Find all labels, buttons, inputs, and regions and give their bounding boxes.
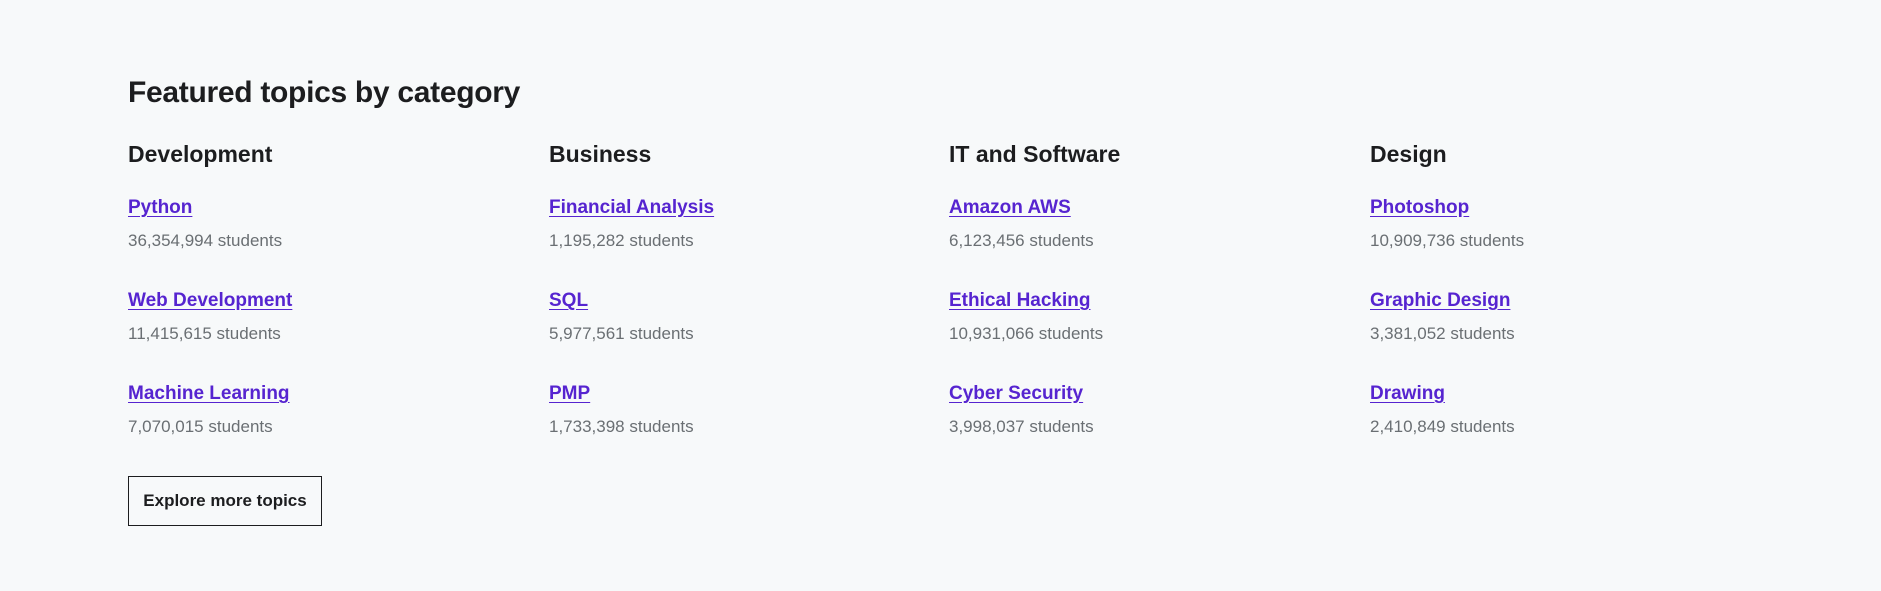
topic-list: Amazon AWS 6,123,456 students Ethical Ha… [949, 195, 1309, 474]
topic-item: Photoshop 10,909,736 students [1370, 195, 1730, 288]
category-heading: Development [128, 141, 273, 167]
topic-link-web-development[interactable]: Web Development [128, 288, 292, 314]
topic-link-sql[interactable]: SQL [549, 288, 588, 314]
topic-link-amazon-aws[interactable]: Amazon AWS [949, 195, 1071, 221]
category-heading: Design [1370, 141, 1447, 167]
topic-student-count: 1,733,398 students [549, 417, 694, 436]
topic-item: Graphic Design 3,381,052 students [1370, 288, 1730, 381]
topic-link-graphic-design[interactable]: Graphic Design [1370, 288, 1510, 314]
topic-student-count: 5,977,561 students [549, 324, 694, 343]
category-heading: IT and Software [949, 141, 1121, 167]
topic-link-photoshop[interactable]: Photoshop [1370, 195, 1469, 221]
category-it-and-software: IT and Software Amazon AWS 6,123,456 stu… [949, 138, 1309, 474]
topic-item: Financial Analysis 1,195,282 students [549, 195, 909, 288]
topic-link-drawing[interactable]: Drawing [1370, 381, 1445, 407]
category-heading: Business [549, 141, 652, 167]
topic-item: Drawing 2,410,849 students [1370, 381, 1730, 474]
topic-student-count: 10,931,066 students [949, 324, 1104, 343]
topic-student-count: 3,998,037 students [949, 417, 1094, 436]
category-development: Development Python 36,354,994 students W… [128, 138, 488, 474]
topic-item: Amazon AWS 6,123,456 students [949, 195, 1309, 288]
topic-student-count: 6,123,456 students [949, 231, 1094, 250]
topic-student-count: 3,381,052 students [1370, 324, 1515, 343]
topic-item: Python 36,354,994 students [128, 195, 488, 288]
topic-item: SQL 5,977,561 students [549, 288, 909, 381]
topic-item: Machine Learning 7,070,015 students [128, 381, 488, 474]
topic-list: Photoshop 10,909,736 students Graphic De… [1370, 195, 1730, 474]
topic-link-machine-learning[interactable]: Machine Learning [128, 381, 290, 407]
topic-student-count: 36,354,994 students [128, 231, 283, 250]
topic-list: Financial Analysis 1,195,282 students SQ… [549, 195, 909, 474]
section-title: Featured topics by category [128, 76, 521, 109]
topic-student-count: 1,195,282 students [549, 231, 694, 250]
topic-link-python[interactable]: Python [128, 195, 192, 221]
category-design: Design Photoshop 10,909,736 students Gra… [1370, 138, 1730, 474]
topic-item: Cyber Security 3,998,037 students [949, 381, 1309, 474]
topic-item: PMP 1,733,398 students [549, 381, 909, 474]
category-business: Business Financial Analysis 1,195,282 st… [549, 138, 909, 474]
explore-more-topics-button[interactable]: Explore more topics [128, 476, 322, 526]
topic-item: Web Development 11,415,615 students [128, 288, 488, 381]
topic-student-count: 2,410,849 students [1370, 417, 1515, 436]
topic-student-count: 10,909,736 students [1370, 231, 1525, 250]
topic-item: Ethical Hacking 10,931,066 students [949, 288, 1309, 381]
topic-link-cyber-security[interactable]: Cyber Security [949, 381, 1083, 407]
topic-link-ethical-hacking[interactable]: Ethical Hacking [949, 288, 1091, 314]
topic-student-count: 7,070,015 students [128, 417, 273, 436]
topic-link-financial-analysis[interactable]: Financial Analysis [549, 195, 714, 221]
topic-student-count: 11,415,615 students [128, 324, 281, 343]
topic-list: Python 36,354,994 students Web Developme… [128, 195, 488, 474]
topic-link-pmp[interactable]: PMP [549, 381, 590, 407]
featured-topics-section: Featured topics by category Development … [0, 0, 1881, 591]
